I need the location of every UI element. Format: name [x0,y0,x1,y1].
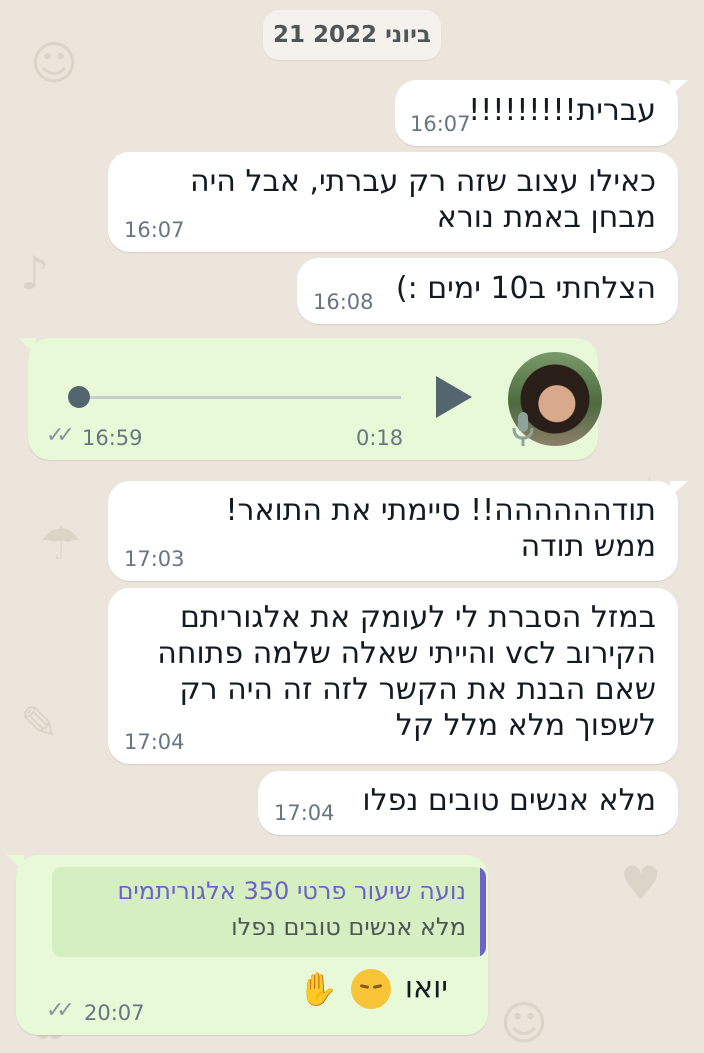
message-time: 17:04 [124,730,185,754]
double-check-icon: ✓✓ [46,998,75,1023]
message-time: 16:59 [82,426,143,450]
pensive-face-icon [351,969,392,1009]
quoted-message[interactable]: נועה שיעור פרטי 350 אלגוריתמים מלא אנשים… [52,867,486,957]
bubble-tail [670,80,688,96]
date-separator: 21 ביוני 2022 [263,10,441,60]
voice-duration: 0:18 [356,426,404,450]
incoming-message[interactable]: מלא אנשים טובים נפלו 17:04 [258,771,678,835]
message-text: עברית!!!!!!!!! [468,93,656,128]
bubble-tail [670,481,688,497]
microphone-icon [512,412,534,446]
message-text: הצלחתי ב10 ימים :) [395,271,656,306]
message-time: 16:07 [410,112,471,136]
message-text: מלא אנשים טובים נפלו [362,783,656,818]
message-text: במזל הסברת לי לעומק את אלגוריתם הקירוב ל… [157,600,656,743]
incoming-message[interactable]: במזל הסברת לי לעומק את אלגוריתם הקירוב ל… [108,588,678,764]
bubble-tail [18,338,36,354]
play-icon[interactable] [436,376,472,418]
message-time: 20:07 [84,1001,145,1025]
incoming-message[interactable]: עברית!!!!!!!!! 16:07 [395,80,688,146]
message-time: 17:04 [274,801,335,825]
double-check-icon: ✓✓ [46,423,75,448]
message-time: 16:07 [124,218,185,242]
message-text: תודהההההה!! סיימתי את התואר! ממש תודה [225,493,657,564]
quote-author: נועה שיעור פרטי 350 אלגוריתמים [117,877,466,905]
incoming-message[interactable]: הצלחתי ב10 ימים :) 16:08 [297,258,678,324]
voice-progress-handle[interactable] [68,386,90,408]
reply-message[interactable]: נועה שיעור פרטי 350 אלגוריתמים מלא אנשים… [6,855,488,1035]
message-time: 16:08 [313,290,374,314]
message-time: 17:03 [124,547,185,571]
voice-message[interactable]: ✓✓ 16:59 0:18 [18,338,602,460]
bubble-tail [6,855,24,871]
folded-hands-icon: ✋ [297,970,338,1008]
message-text: כאילו עצוב שזה רק עברתי, אבל היה מבחן בא… [190,164,656,235]
voice-progress-track[interactable] [86,396,401,399]
incoming-message[interactable]: כאילו עצוב שזה רק עברתי, אבל היה מבחן בא… [108,152,678,252]
quote-text: מלא אנשים טובים נפלו [231,913,466,941]
incoming-message[interactable]: תודהההההה!! סיימתי את התואר! ממש תודה 17… [108,481,688,581]
quote-accent-bar [480,867,486,957]
message-text: יואו [404,970,448,1006]
reply-text-row: יואו ✋ [298,969,448,1009]
